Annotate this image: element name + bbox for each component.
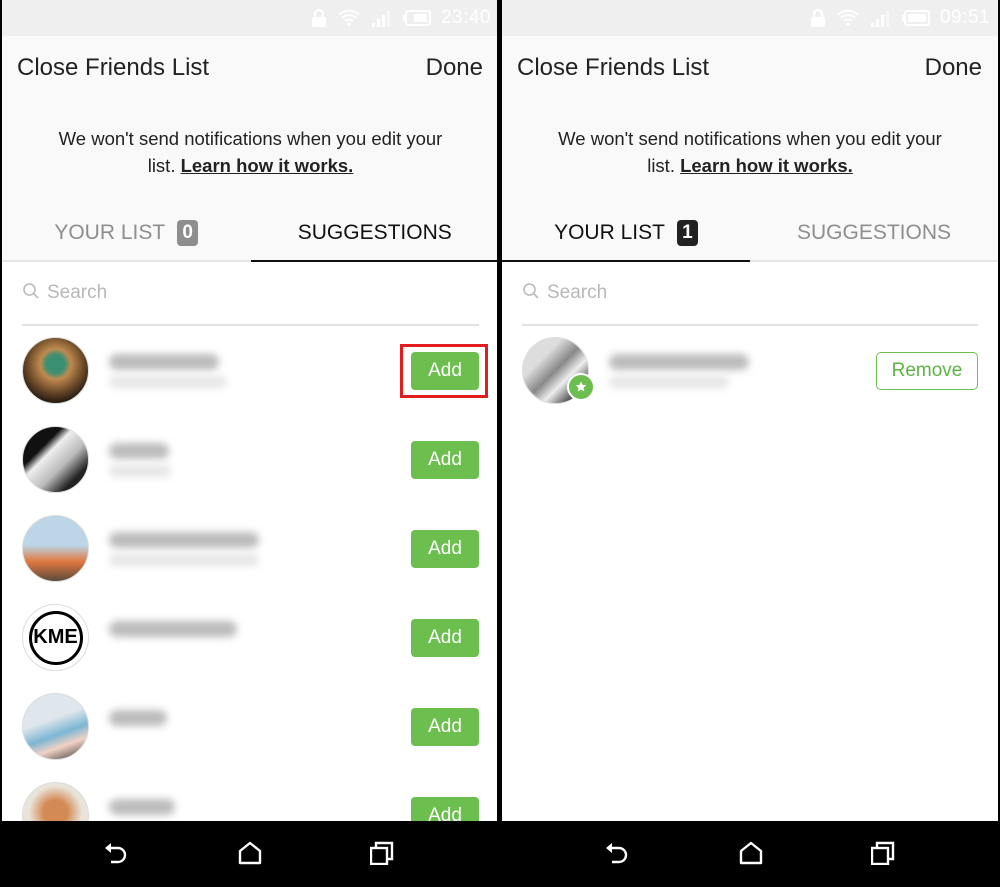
list-item: Add (2, 415, 499, 504)
avatar[interactable] (22, 337, 89, 404)
status-time: 09:51 (939, 7, 990, 28)
notice-prefix: list. (147, 155, 176, 176)
page-title: Close Friends List (17, 54, 210, 81)
learn-how-link[interactable]: Learn how it works. (680, 155, 853, 176)
username-blurred (109, 710, 167, 726)
count-badge: 0 (177, 220, 199, 246)
suggestions-list: Add Add Add KME Add Add Add (2, 326, 499, 860)
home-icon[interactable] (238, 841, 262, 870)
list-item: Remove (502, 326, 998, 415)
list-item: Add (2, 326, 499, 415)
fullname-blurred (109, 465, 171, 477)
frame-border (0, 0, 2, 887)
tab-label: SUGGESTIONS (297, 221, 452, 244)
search-bar[interactable] (522, 262, 978, 326)
tab-suggestions[interactable]: SUGGESTIONS (250, 206, 499, 262)
done-button[interactable]: Done (426, 54, 483, 82)
close-friends-list: Remove (502, 326, 998, 415)
battery-icon (402, 10, 431, 26)
status-bar: 23:40 (2, 0, 499, 36)
learn-how-link[interactable]: Learn how it works. (181, 155, 354, 176)
page-title: Close Friends List (517, 54, 710, 81)
back-icon[interactable] (605, 841, 631, 870)
lock-icon (810, 8, 826, 28)
add-button[interactable]: Add (411, 440, 479, 479)
search-icon (22, 282, 40, 305)
fullname-blurred (109, 376, 227, 388)
count-badge: 1 (676, 220, 698, 246)
username-blurred (109, 443, 169, 459)
username-blurred (109, 799, 175, 815)
notice-line-2: list. Learn how it works. (502, 152, 998, 179)
tab-label: YOUR LIST (554, 221, 665, 244)
tab-label: YOUR LIST (54, 221, 166, 244)
search-bar[interactable] (22, 262, 479, 326)
tab-your-list[interactable]: YOUR LIST 0 (2, 206, 251, 262)
avatar[interactable] (22, 693, 89, 760)
list-item: KME Add (2, 593, 499, 682)
add-button[interactable]: Add (411, 618, 479, 657)
tab-label: SUGGESTIONS (796, 221, 952, 244)
add-button[interactable]: Add (411, 351, 479, 390)
notice-line-2: list. Learn how it works. (2, 152, 499, 179)
fullname-blurred (609, 376, 729, 388)
header: Close Friends List Done We won't send no… (2, 36, 499, 206)
username-blurred (109, 532, 259, 548)
username-blurred (609, 354, 749, 370)
avatar[interactable]: KME (22, 604, 89, 671)
tab-bar: YOUR LIST 1 SUGGESTIONS (502, 206, 998, 262)
status-bar: 09:51 (502, 0, 998, 36)
left-screen: 23:40 Close Friends List Done We won't s… (2, 0, 499, 887)
notice-prefix: list. (647, 155, 675, 176)
signal-icon (870, 9, 892, 27)
android-nav-bar (0, 821, 1000, 887)
wifi-icon (836, 7, 860, 29)
signal-icon (371, 9, 393, 27)
notice-text: We won't send notifications when you edi… (502, 125, 998, 179)
avatar[interactable] (22, 515, 89, 582)
recents-icon[interactable] (369, 841, 394, 870)
tab-your-list[interactable]: YOUR LIST 1 (502, 206, 750, 262)
notice-text: We won't send notifications when you edi… (2, 125, 499, 179)
notice-line-1: We won't send notifications when you edi… (58, 128, 443, 149)
tab-suggestions[interactable]: SUGGESTIONS (750, 206, 998, 262)
done-button[interactable]: Done (925, 54, 982, 82)
add-button[interactable]: Add (411, 707, 479, 746)
avatar[interactable] (22, 426, 89, 493)
search-input[interactable] (547, 282, 847, 304)
battery-icon (901, 10, 930, 26)
search-input[interactable] (47, 282, 347, 304)
username-blurred (109, 621, 237, 637)
header: Close Friends List Done We won't send no… (502, 36, 998, 206)
fullname-blurred (109, 554, 259, 566)
username-blurred (109, 354, 219, 370)
recents-icon[interactable] (870, 841, 895, 870)
right-screen: 09:51 Close Friends List Done We won't s… (502, 0, 998, 887)
add-button[interactable]: Add (411, 529, 479, 568)
list-item: Add (2, 682, 499, 771)
close-friend-star-badge (567, 373, 595, 401)
list-item: Add (2, 504, 499, 593)
search-icon (522, 282, 540, 305)
tab-bar: YOUR LIST 0 SUGGESTIONS (2, 206, 499, 262)
wifi-icon (337, 7, 361, 29)
star-icon (575, 381, 587, 392)
kme-logo-icon: KME (28, 610, 83, 665)
status-time: 23:40 (440, 7, 491, 28)
back-icon[interactable] (104, 841, 130, 870)
notice-line-1: We won't send notifications when you edi… (558, 128, 942, 149)
lock-icon (311, 8, 327, 28)
remove-button[interactable]: Remove (876, 351, 978, 390)
home-icon[interactable] (739, 841, 763, 870)
